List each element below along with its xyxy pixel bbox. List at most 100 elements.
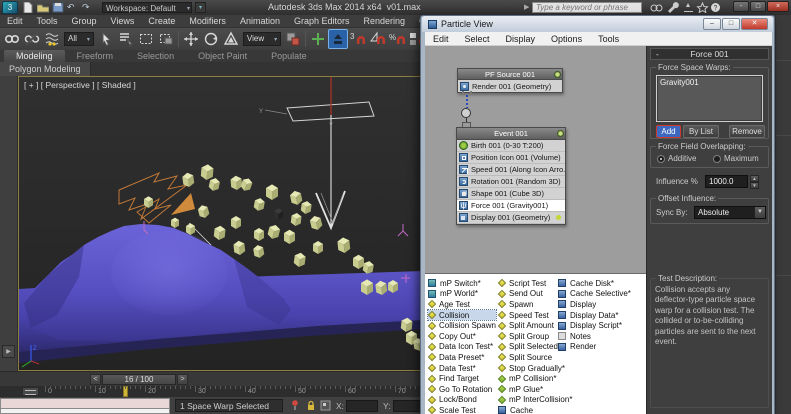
depot-item[interactable]: mP Switch* xyxy=(428,278,496,289)
help-icon[interactable]: ? xyxy=(710,2,723,13)
save-file-icon[interactable] xyxy=(52,2,64,13)
depot-item[interactable]: mP Glue* xyxy=(498,384,572,395)
collapse-icon[interactable]: - xyxy=(656,49,659,59)
output-terminal[interactable] xyxy=(462,91,472,94)
particle-view-titlebar[interactable]: Particle View – □ ✕ xyxy=(422,16,773,32)
node-enable-icon[interactable] xyxy=(557,130,564,137)
menu-tools[interactable]: Tools xyxy=(30,15,65,28)
close-button[interactable]: × xyxy=(767,1,789,12)
depot-item[interactable]: Find Target xyxy=(428,373,496,384)
angle-snap-toggle-icon[interactable] xyxy=(368,29,388,49)
time-slider-handle[interactable]: 16 / 100 xyxy=(102,374,176,385)
depot-item[interactable]: Render xyxy=(558,342,631,353)
depot-item[interactable]: Data Test* xyxy=(428,363,496,374)
tab-polygon-modeling[interactable]: Polygon Modeling xyxy=(0,62,91,76)
menu-graph-editors[interactable]: Graph Editors xyxy=(287,15,357,28)
pv-close-button[interactable]: ✕ xyxy=(741,18,768,30)
event-operator-row[interactable]: Force 001 (Gravity001) xyxy=(457,200,565,212)
pf-source-header[interactable]: PF Source 001 xyxy=(458,69,562,80)
pv-menu-edit[interactable]: Edit xyxy=(425,32,457,46)
depot-item[interactable]: Collision Spawn xyxy=(428,320,496,331)
pv-menu-options[interactable]: Options xyxy=(543,32,590,46)
track-bar[interactable]: 010203040506070 xyxy=(0,386,425,397)
event-operator-row[interactable]: Display 001 (Geometry) xyxy=(457,212,565,224)
depot-item[interactable]: mP InterCollision* xyxy=(498,395,572,406)
maxscript-mini-listener[interactable] xyxy=(0,398,170,409)
absolute-offset-toggle-icon[interactable] xyxy=(320,400,331,413)
spinner-up-icon[interactable]: ▲ xyxy=(750,175,759,182)
ribbon-tab-populate[interactable]: Populate xyxy=(259,50,319,62)
menu-views[interactable]: Views xyxy=(104,15,142,28)
menu-group[interactable]: Group xyxy=(65,15,104,28)
minimize-button[interactable]: - xyxy=(733,1,749,12)
event-operator-row[interactable]: Position Icon 001 (Volume) xyxy=(457,152,565,164)
depot-item[interactable]: Cache xyxy=(498,405,572,414)
space-warps-list[interactable]: Gravity001 xyxy=(656,75,763,122)
expand-panel-button[interactable]: ▶ xyxy=(2,345,15,358)
sync-by-dropdown[interactable]: Absolute▼ xyxy=(694,206,766,219)
maxscript-listener-white[interactable] xyxy=(0,409,170,414)
selection-filter-dropdown[interactable]: All▾ xyxy=(64,32,94,46)
display-color-swatch[interactable] xyxy=(556,215,561,220)
ribbon-tab-modeling[interactable]: Modeling xyxy=(4,50,65,62)
subscription-wrench-icon[interactable] xyxy=(666,2,679,13)
use-pivot-point-icon[interactable] xyxy=(283,29,303,49)
pin-icon[interactable] xyxy=(291,400,299,413)
pv-minimize-button[interactable]: – xyxy=(703,18,721,30)
redo-icon[interactable]: ↷ xyxy=(82,2,94,13)
bind-to-space-warp-icon[interactable] xyxy=(42,29,62,49)
depot-item[interactable]: Display Script* xyxy=(558,320,631,331)
ribbon-tab-selection[interactable]: Selection xyxy=(125,50,186,62)
force-rollout-header[interactable]: - Force 001 xyxy=(650,48,769,60)
ribbon-tab-freeform[interactable]: Freeform xyxy=(65,50,126,62)
mini-curve-editor-button[interactable] xyxy=(22,387,39,396)
spinner-down-icon[interactable]: ▼ xyxy=(750,182,759,189)
depot-item[interactable]: Cache Selective* xyxy=(558,289,631,300)
depot-item[interactable]: Copy Out* xyxy=(428,331,496,342)
depot-item[interactable]: Age Test xyxy=(428,299,496,310)
rectangular-selection-region-icon[interactable] xyxy=(136,29,156,49)
max-logo-icon[interactable]: 3 xyxy=(2,1,18,14)
event-operator-row[interactable]: Shape 001 (Cube 3D) xyxy=(457,188,565,200)
render-operator-row[interactable]: Render 001 (Geometry) xyxy=(458,80,562,92)
previous-frame-button[interactable]: < xyxy=(90,374,101,385)
menu-rendering[interactable]: Rendering xyxy=(357,15,413,28)
menu-animation[interactable]: Animation xyxy=(233,15,287,28)
menu-modifiers[interactable]: Modifiers xyxy=(182,15,233,28)
pv-menu-tools[interactable]: Tools xyxy=(590,32,627,46)
additive-radio[interactable]: Additive xyxy=(657,154,696,163)
pv-menu-select[interactable]: Select xyxy=(457,32,498,46)
warp-list-item[interactable]: Gravity001 xyxy=(657,76,762,87)
pv-maximize-button[interactable]: □ xyxy=(722,18,740,30)
select-and-rotate-icon[interactable] xyxy=(201,29,221,49)
open-file-icon[interactable] xyxy=(37,2,49,13)
depot-item[interactable]: mP World* xyxy=(428,289,496,300)
percent-snap-toggle-icon[interactable]: % xyxy=(388,29,408,49)
depot-item[interactable]: Notes xyxy=(558,331,631,342)
depot-item[interactable]: Scale Test xyxy=(428,405,496,414)
select-and-move-icon[interactable] xyxy=(181,29,201,49)
event-operator-row[interactable]: Birth 001 (0-30 T:200) xyxy=(457,140,565,152)
maximize-button[interactable]: □ xyxy=(750,1,766,12)
depot-item[interactable]: Split Source xyxy=(498,352,572,363)
communication-center-icon[interactable] xyxy=(682,2,695,13)
next-frame-button[interactable]: > xyxy=(177,374,188,385)
event-header[interactable]: Event 001 xyxy=(457,128,565,140)
event-node[interactable]: Event 001 Birth 001 (0-30 T:200)Position… xyxy=(456,127,566,225)
coord-x-field[interactable] xyxy=(346,400,378,412)
depot-item[interactable]: Go To Rotation xyxy=(428,384,496,395)
pf-source-node[interactable]: PF Source 001 Render 001 (Geometry) xyxy=(457,68,563,93)
workspace-selector[interactable]: Workspace: Default▾ xyxy=(102,2,192,13)
depot-item[interactable]: Data Icon Test* xyxy=(428,342,496,353)
select-object-icon[interactable] xyxy=(96,29,116,49)
event-operator-row[interactable]: Rotation 001 (Random 3D) xyxy=(457,176,565,188)
snaps-toggle-3d-icon[interactable]: 3 xyxy=(348,29,368,49)
unlink-selection-icon[interactable] xyxy=(22,29,42,49)
influence-spinner[interactable]: ▲▼ xyxy=(750,175,759,188)
depot-item[interactable]: Display xyxy=(558,299,631,310)
viewport-label[interactable]: [ + ] [ Perspective ] [ Shaded ] xyxy=(24,80,136,90)
workspace-flyout-button[interactable]: ▾ xyxy=(195,2,206,13)
undo-icon[interactable]: ↶ xyxy=(67,2,79,13)
menu-create[interactable]: Create xyxy=(141,15,182,28)
menu-edit[interactable]: Edit xyxy=(0,15,30,28)
